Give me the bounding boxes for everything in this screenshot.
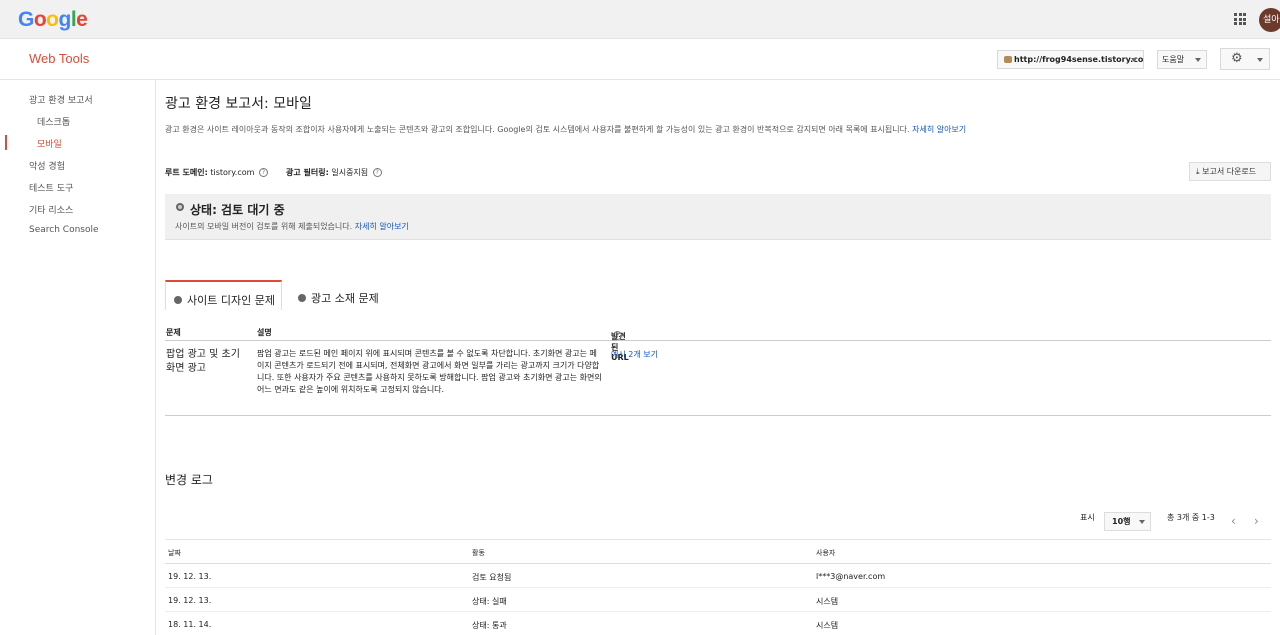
status-dot-icon bbox=[298, 294, 306, 302]
sidebar-item-testing-tools[interactable]: 테스트 도구 bbox=[29, 181, 73, 194]
chevron-down-icon bbox=[1131, 58, 1137, 62]
changelog-table: 날짜 활동 사용자 19. 12. 13. 검토 요청됨 l***3@naver… bbox=[165, 540, 1271, 635]
sidebar-item-abusive-experiences[interactable]: 악성 경험 bbox=[29, 159, 65, 172]
sidebar-item-mobile[interactable]: 모바일 bbox=[37, 137, 62, 150]
root-domain-label: 루트 도메인: bbox=[165, 168, 208, 177]
chevron-down-icon bbox=[1139, 520, 1145, 524]
col-description: 설명 bbox=[257, 328, 272, 337]
log-user: l***3@naver.com bbox=[816, 572, 886, 581]
show-label: 표시 bbox=[1080, 513, 1095, 522]
sidebar-item-other-resources[interactable]: 기타 리소스 bbox=[29, 203, 73, 216]
ad-filtering-label: 광고 필터링: bbox=[286, 168, 329, 177]
col-date: 날짜 bbox=[168, 549, 181, 557]
tab-label: 사이트 디자인 문제 bbox=[187, 294, 275, 307]
help-label: 도움말 bbox=[1162, 55, 1185, 64]
logo-letter: o bbox=[33, 8, 47, 31]
col-user: 사용자 bbox=[816, 549, 836, 557]
col-issue: 문제 bbox=[166, 328, 181, 337]
issue-name: 팝업 광고 및 초기화면 광고 bbox=[166, 349, 240, 374]
active-indicator bbox=[5, 135, 7, 150]
gear-icon: ⚙ bbox=[1231, 51, 1243, 66]
page-size-value: 10행 bbox=[1112, 517, 1131, 526]
google-logo[interactable]: Google bbox=[18, 8, 88, 32]
chevron-down-icon bbox=[1195, 58, 1201, 62]
log-user: 시스템 bbox=[816, 597, 839, 606]
intro-learn-more-link[interactable]: 자세히 알아보기 bbox=[912, 125, 966, 134]
apps-grid-icon[interactable] bbox=[1234, 13, 1246, 25]
ad-filtering: 광고 필터링: 일시중지됨 ? bbox=[286, 167, 382, 178]
intro-text: 광고 환경은 사이트 레이아웃과 동작의 조합이자 사용자에게 노출되는 콘텐츠… bbox=[165, 124, 966, 135]
status-subtitle: 사이트의 모바일 버전이 검토를 위해 제출되었습니다. 자세히 알아보기 bbox=[175, 221, 409, 232]
status-panel: 상태: 검토 대기 중 사이트의 모바일 버전이 검토를 위해 제출되었습니다.… bbox=[165, 194, 1271, 240]
log-date: 18. 11. 14. bbox=[168, 620, 212, 629]
download-report-button[interactable]: ⤓ 보고서 다운로드 bbox=[1189, 162, 1271, 181]
sidebar-item-desktop[interactable]: 데스크톱 bbox=[37, 115, 70, 128]
main-content: 광고 환경 보고서: 모바일 광고 환경은 사이트 레이아웃과 동작의 조합이자… bbox=[156, 80, 1280, 635]
avatar[interactable]: 설아 bbox=[1259, 8, 1280, 32]
issue-description: 팝업 광고는 로드된 메인 페이지 위에 표시되며 콘텐츠를 볼 수 없도록 차… bbox=[257, 349, 602, 394]
chevron-right-icon[interactable]: › bbox=[1254, 514, 1259, 528]
site-selector[interactable]: http://frog94sense.tistory.com/ bbox=[997, 50, 1144, 69]
status-pending-icon bbox=[176, 203, 184, 211]
help-dropdown[interactable]: 도움말 bbox=[1157, 50, 1207, 69]
status-title: 상태: 검토 대기 중 bbox=[190, 203, 285, 217]
sidebar-item-ad-experience-report[interactable]: 광고 환경 보고서 bbox=[29, 93, 93, 106]
app-title[interactable]: Web Tools bbox=[29, 51, 89, 66]
download-label: 보고서 다운로드 bbox=[1202, 167, 1257, 176]
log-activity: 상태: 통과 bbox=[472, 621, 507, 630]
tab-site-design-issues[interactable]: 사이트 디자인 문제 bbox=[165, 280, 282, 310]
ad-filtering-value: 일시중지됨 bbox=[331, 168, 369, 177]
status-dot-icon bbox=[174, 296, 182, 304]
view-examples-link[interactable]: 예시 2개 보기 bbox=[611, 349, 658, 360]
issue-tabs: 사이트 디자인 문제 광고 소재 문제 bbox=[165, 280, 1271, 310]
logo-letter: G bbox=[18, 8, 34, 31]
log-date: 19. 12. 13. bbox=[168, 596, 212, 605]
page-size-select[interactable]: 10행 bbox=[1104, 512, 1151, 531]
tab-label: 광고 소재 문제 bbox=[311, 292, 379, 305]
chevron-down-icon bbox=[1257, 58, 1263, 62]
help-icon[interactable]: ? bbox=[372, 168, 382, 177]
logo-letter: o bbox=[46, 8, 59, 31]
pagination-range: 총 3개 중 1-3 bbox=[1167, 513, 1215, 522]
root-domain: 루트 도메인: tistory.com ? bbox=[165, 167, 268, 178]
settings-button[interactable]: ⚙ bbox=[1220, 48, 1270, 70]
page-title: 광고 환경 보고서: 모바일 bbox=[165, 96, 312, 112]
site-selector-label: http://frog94sense.tistory.com/ bbox=[1014, 55, 1144, 64]
table-row: 19. 12. 13. 상태: 실패 시스템 bbox=[165, 588, 1271, 612]
log-activity: 검토 요청됨 bbox=[472, 573, 512, 582]
root-domain-value: tistory.com bbox=[210, 168, 255, 177]
sidebar: 광고 환경 보고서 데스크톱 모바일 악성 경험 테스트 도구 기타 리소스 S… bbox=[0, 80, 156, 635]
download-icon: ⤓ bbox=[1196, 167, 1200, 176]
issues-table-header: 문제 설명 발견된 URL ? bbox=[165, 323, 1271, 362]
logo-letter: g bbox=[58, 8, 72, 31]
changelog-title: 변경 로그 bbox=[165, 473, 213, 487]
table-row: 18. 11. 14. 상태: 통과 시스템 bbox=[165, 612, 1271, 635]
table-row: 팝업 광고 및 초기화면 광고 팝업 광고는 로드된 메인 페이지 위에 표시되… bbox=[165, 342, 1271, 416]
sidebar-item-search-console[interactable]: Search Console bbox=[29, 225, 99, 235]
site-favicon-icon bbox=[1004, 56, 1012, 63]
tab-ad-creative-issues[interactable]: 광고 소재 문제 bbox=[298, 280, 379, 310]
logo-letter: e bbox=[76, 8, 88, 31]
status-learn-more-link[interactable]: 자세히 알아보기 bbox=[355, 222, 409, 231]
google-bar: Google 설아 bbox=[0, 0, 1280, 39]
log-user: 시스템 bbox=[816, 621, 839, 630]
help-icon[interactable]: ? bbox=[613, 331, 622, 340]
changelog-header: 날짜 활동 사용자 bbox=[165, 540, 1271, 564]
intro-body: 광고 환경은 사이트 레이아웃과 동작의 조합이자 사용자에게 노출되는 콘텐츠… bbox=[165, 125, 910, 134]
chevron-left-icon[interactable]: ‹ bbox=[1231, 514, 1236, 528]
log-date: 19. 12. 13. bbox=[168, 572, 212, 581]
help-icon[interactable]: ? bbox=[258, 168, 268, 177]
table-row: 19. 12. 13. 검토 요청됨 l***3@naver.com bbox=[165, 564, 1271, 588]
log-activity: 상태: 실패 bbox=[472, 597, 507, 606]
col-activity: 활동 bbox=[472, 549, 485, 557]
status-subtitle-text: 사이트의 모바일 버전이 검토를 위해 제출되었습니다. bbox=[175, 222, 353, 231]
app-header: Web Tools http://frog94sense.tistory.com… bbox=[0, 39, 1280, 80]
